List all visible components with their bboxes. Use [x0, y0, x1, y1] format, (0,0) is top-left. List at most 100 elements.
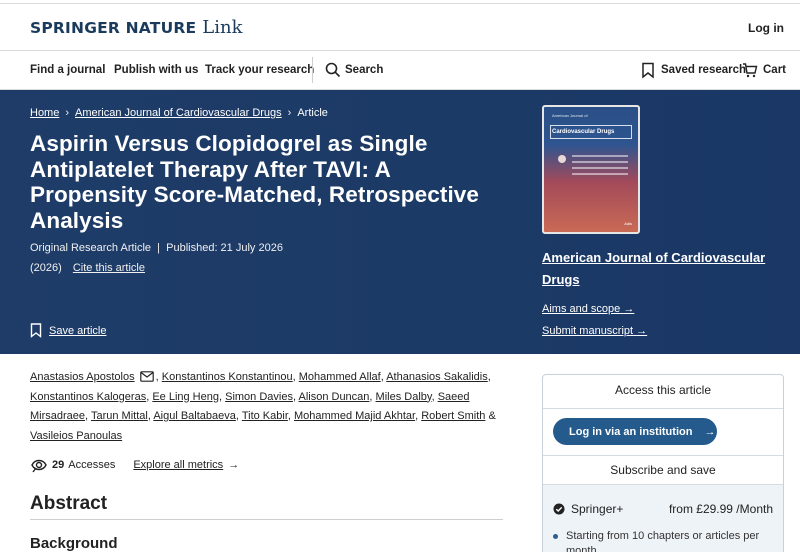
author-separator: , — [380, 371, 384, 383]
author-separator: , — [85, 410, 89, 422]
institution-login-button[interactable]: Log in via an institution → — [553, 418, 717, 445]
journal-title-link[interactable]: American Journal of Cardiovascular Drugs — [542, 247, 772, 291]
submit-manuscript-link[interactable]: Submit manuscript → — [542, 325, 647, 337]
aims-scope-label: Aims and scope — [542, 303, 621, 315]
nav-publish[interactable]: Publish with us — [114, 64, 198, 76]
author-separator: , — [218, 390, 223, 403]
article-year: (2026) — [30, 262, 62, 274]
author-separator: , — [415, 410, 419, 422]
author-separator: & — [488, 410, 496, 422]
author-link[interactable]: Tito Kabir — [242, 410, 288, 422]
nav-find-journal[interactable]: Find a journal — [30, 64, 105, 76]
article-metrics: 29 Accesses Explore all metrics → — [30, 456, 239, 474]
author-link[interactable]: Ee Ling Heng — [152, 391, 219, 403]
abstract-heading: Abstract — [30, 493, 108, 514]
cover-title: Cardiovascular Drugs — [552, 129, 615, 135]
breadcrumb: Home › American Journal of Cardiovascula… — [30, 107, 328, 119]
check-circle-icon — [553, 503, 565, 515]
access-title: Access this article — [614, 383, 712, 397]
access-divider — [543, 408, 783, 409]
bookmark-icon — [30, 323, 42, 338]
author-link[interactable]: Mohammed Allaf — [299, 371, 381, 383]
save-article-button[interactable]: Save article — [30, 323, 106, 338]
author-link[interactable]: Miles Dalby — [376, 391, 432, 403]
cite-link[interactable]: Cite this article — [73, 262, 145, 274]
article-type-date: Original Research Article | Published: 2… — [30, 242, 283, 254]
plan-feature: Starting from 10 chapters or articles pe… — [553, 529, 773, 552]
author-separator: , — [292, 371, 296, 383]
search-icon — [325, 62, 341, 78]
subscribe-heading: Subscribe and save — [610, 463, 716, 477]
author-separator: , — [292, 390, 297, 403]
journal-cover[interactable]: American Journal of Cardiovascular Drugs… — [542, 105, 640, 234]
author-link[interactable]: Konstantinos Konstantinou — [162, 371, 293, 383]
author-link[interactable]: Alison Duncan — [298, 391, 369, 403]
nav-search[interactable]: Search — [345, 64, 383, 76]
nav-saved-research[interactable]: Saved research — [661, 64, 746, 76]
explore-metrics-link[interactable]: Explore all metrics — [133, 459, 223, 471]
mail-icon[interactable] — [139, 371, 154, 382]
cover-lines — [572, 155, 628, 179]
springer-nature-link-logo[interactable]: SPRINGER NATURE Link — [30, 17, 243, 38]
author-link[interactable]: Mohammed Majid Akhtar — [294, 410, 415, 422]
chevron-right-icon: › — [287, 107, 292, 119]
subscription-option[interactable]: Springer+ from £29.99 /Month Starting fr… — [543, 484, 783, 552]
author-link[interactable]: Vasileios Panoulas — [30, 430, 122, 442]
author-link[interactable]: Aigul Baltabaeva — [153, 410, 236, 422]
breadcrumb-journal[interactable]: American Journal of Cardiovascular Drugs — [75, 107, 282, 119]
author-link[interactable]: Simon Davies — [225, 391, 293, 403]
abstract-divider — [30, 519, 503, 520]
author-separator: , — [287, 410, 291, 422]
aims-scope-link[interactable]: Aims and scope → — [542, 303, 634, 315]
background-heading: Background — [30, 535, 118, 552]
article-citation: (2026) Cite this article — [30, 262, 145, 274]
arrow-right-icon: → — [636, 325, 648, 337]
author-separator: , — [155, 371, 159, 383]
cover-emblem — [558, 155, 566, 163]
author-separator: , — [369, 390, 373, 403]
metrics-icon — [31, 459, 47, 473]
access-box: Access this article Log in via an instit… — [542, 374, 784, 552]
plan-label: Springer+ — [571, 502, 624, 516]
plan-feature-text: Starting from 10 chapters or articles pe… — [566, 530, 760, 552]
author-link[interactable]: Robert Smith — [421, 410, 485, 422]
author-separator: , — [146, 390, 150, 403]
arrow-right-icon: → — [623, 303, 635, 315]
author-separator: , — [235, 410, 239, 422]
cover-publisher: Adis — [624, 221, 632, 226]
author-separator: , — [487, 371, 491, 383]
cover-small-title: American Journal of — [552, 113, 588, 118]
access-divider — [543, 455, 783, 456]
logo-sub: Link — [202, 17, 243, 38]
accesses-label: Accesses — [68, 459, 116, 471]
arrow-right-icon: → — [228, 459, 240, 471]
bullet-icon — [553, 534, 558, 539]
nav-cart[interactable]: Cart — [763, 64, 786, 76]
top-strip — [0, 0, 800, 4]
login-link[interactable]: Log in — [748, 21, 784, 35]
accesses-count: 29 — [52, 459, 65, 471]
breadcrumb-home[interactable]: Home — [30, 107, 59, 119]
bookmark-icon — [642, 62, 654, 79]
plan-name: Springer+ — [553, 502, 623, 516]
author-separator: , — [147, 410, 151, 422]
breadcrumb-current: Article — [297, 107, 328, 119]
site-header: SPRINGER NATURE Link Log in — [0, 5, 800, 51]
nav-divider — [312, 57, 313, 83]
author-link[interactable]: Athanasios Sakalidis — [386, 371, 488, 383]
main-nav: Find a journal Publish with us Track you… — [0, 51, 800, 90]
submit-manuscript-label: Submit manuscript — [542, 325, 634, 337]
logo-brand: SPRINGER NATURE — [30, 19, 197, 37]
article-hero: Home › American Journal of Cardiovascula… — [0, 90, 800, 354]
author-separator: , — [431, 390, 435, 403]
article-title: Aspirin Versus Clopidogrel as Single Ant… — [30, 131, 480, 233]
author-link[interactable]: Tarun Mittal — [91, 410, 148, 422]
cart-icon — [743, 63, 758, 78]
save-article-label: Save article — [49, 324, 107, 337]
arrow-right-icon: → — [704, 425, 716, 438]
plan-price: from £29.99 /Month — [668, 502, 773, 516]
nav-track-research[interactable]: Track your research — [205, 64, 314, 76]
author-link[interactable]: Konstantinos Kalogeras — [30, 391, 146, 403]
chevron-right-icon: › — [65, 107, 70, 119]
author-link[interactable]: Anastasios Apostolos — [30, 371, 135, 383]
